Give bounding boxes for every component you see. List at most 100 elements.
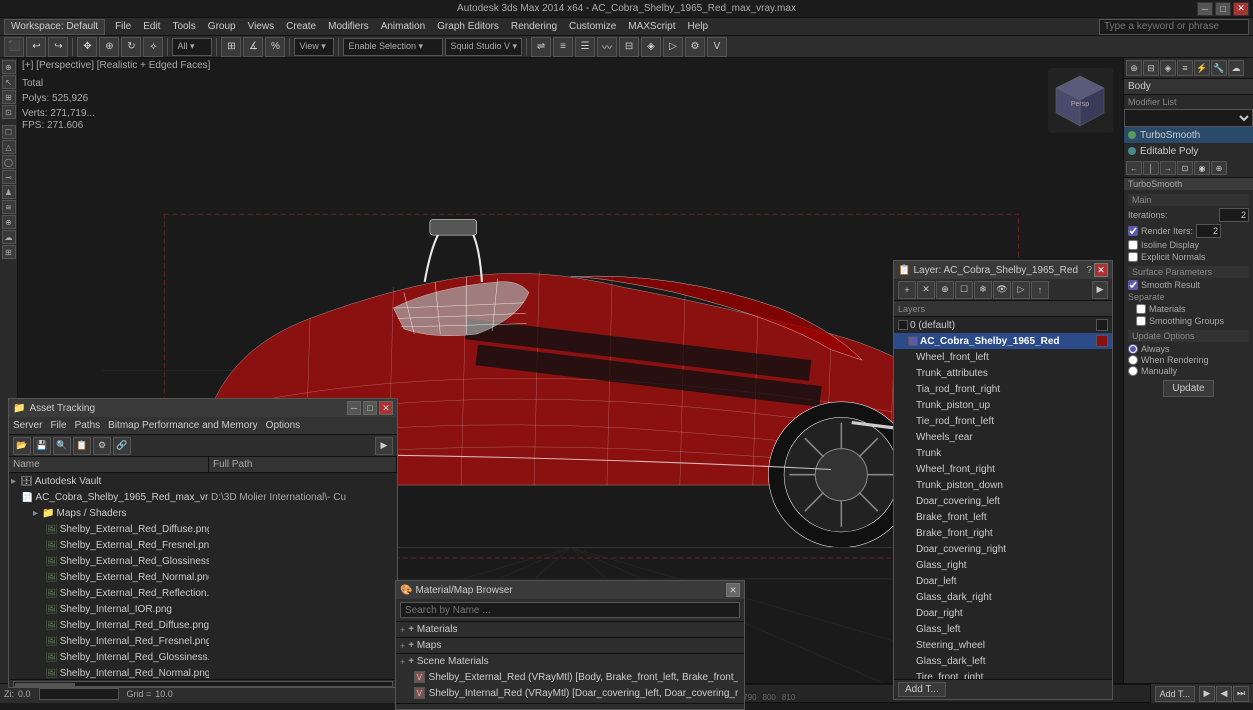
lw-row-glass-dark-r[interactable]: Glass_dark_right (894, 589, 1112, 605)
left-btn-2[interactable]: ↖ (2, 75, 16, 89)
mod-prop-icon-4[interactable]: ⊡ (1177, 161, 1193, 175)
lw-row-trunk-up[interactable]: Trunk_piston_up (894, 397, 1112, 413)
lw-add-t-button[interactable]: Add T... (898, 682, 946, 697)
lw-row-tire-fr[interactable]: Tire_front_right (894, 669, 1112, 679)
align-btn[interactable]: ≡ (553, 37, 573, 57)
add-time-button[interactable]: Add T... (1155, 686, 1195, 702)
lw-row-doar-cov-r[interactable]: Doar_covering_right (894, 541, 1112, 557)
at-row-img-6[interactable]: 🖼 Shelby_Internal_Red_Diffuse.png (9, 617, 397, 633)
left-btn-8[interactable]: ⊸ (2, 170, 16, 184)
render-btn[interactable]: ▷ (663, 37, 683, 57)
lw-row-default[interactable]: 0 (default) (894, 317, 1112, 333)
isoline-display-checkbox[interactable] (1128, 240, 1138, 250)
menu-group[interactable]: Group (208, 21, 236, 32)
left-btn-11[interactable]: ⊕ (2, 215, 16, 229)
search-input[interactable] (1099, 19, 1249, 35)
toolbar-icon-3[interactable]: ↪ (48, 37, 68, 57)
at-menu-server[interactable]: Server (13, 420, 42, 431)
at-row-maxfile[interactable]: 📄 AC_Cobra_Shelby_1965_Red_max_vray.max … (9, 489, 397, 505)
lw-btn-add[interactable]: ⊕ (936, 281, 954, 299)
lw-row-glass-l[interactable]: Glass_left (894, 621, 1112, 637)
lw-row-wheel-fl[interactable]: Wheel_front_left (894, 349, 1112, 365)
lw-row-doar-l[interactable]: Doar_left (894, 573, 1112, 589)
menu-tools[interactable]: Tools (172, 21, 195, 32)
nav-prev-btn[interactable]: ◀ (1216, 686, 1232, 702)
at-menu-file[interactable]: File (50, 420, 66, 431)
lw-close-btn[interactable]: ✕ (1094, 263, 1108, 277)
at-menu-bitmap[interactable]: Bitmap Performance and Memory (108, 420, 258, 431)
nav-next-btn[interactable]: ⏭ (1233, 686, 1249, 702)
smooth-result-checkbox[interactable] (1128, 280, 1138, 290)
mb-section-materials[interactable]: + + Materials (396, 622, 744, 638)
menu-maxscript[interactable]: MAXScript (628, 21, 675, 32)
rp-icon-6[interactable]: 🔧 (1211, 60, 1227, 76)
maximize-btn[interactable]: □ (1215, 2, 1231, 16)
at-row-maps-folder[interactable]: ▸ 📁 Maps / Shaders (9, 505, 397, 521)
mb-item-0[interactable]: V Shelby_External_Red (VRayMtl) [Body, B… (412, 669, 740, 685)
at-row-img-4[interactable]: 🖼 Shelby_External_Red_Reflection.png (9, 585, 397, 601)
minimize-btn[interactable]: ─ (1197, 2, 1213, 16)
lw-row-brake-fr[interactable]: Brake_front_right (894, 525, 1112, 541)
lw-row-glass-dark-l[interactable]: Glass_dark_left (894, 653, 1112, 669)
at-tool-2[interactable]: 💾 (33, 437, 51, 455)
at-row-img-0[interactable]: 🖼 Shelby_External_Red_Diffuse.png (9, 521, 397, 537)
at-menu-options[interactable]: Options (266, 420, 300, 431)
lw-row-wheel-fr[interactable]: Wheel_front_right (894, 461, 1112, 477)
rp-icon-3[interactable]: ◈ (1160, 60, 1176, 76)
lw-row-cobra[interactable]: AC_Cobra_Shelby_1965_Red (894, 333, 1112, 349)
lw-row-trunk[interactable]: Trunk (894, 445, 1112, 461)
menu-modifiers[interactable]: Modifiers (328, 21, 369, 32)
left-btn-12[interactable]: ☁ (2, 230, 16, 244)
mod-prop-icon-5[interactable]: ◉ (1194, 161, 1210, 175)
lw-row-glass-r[interactable]: Glass_right (894, 557, 1112, 573)
lw-btn-freeze[interactable]: ❄ (974, 281, 992, 299)
menu-rendering[interactable]: Rendering (511, 21, 557, 32)
modifier-turbosmooth[interactable]: TurboSmooth (1124, 127, 1253, 143)
mod-prop-icon-3[interactable]: → (1160, 161, 1176, 175)
at-row-img-1[interactable]: 🖼 Shelby_External_Red_Fresnel.png (9, 537, 397, 553)
at-menu-paths[interactable]: Paths (75, 420, 101, 431)
lw-row-wheels-rear[interactable]: Wheels_rear (894, 429, 1112, 445)
left-btn-6[interactable]: △ (2, 140, 16, 154)
at-scrollbar-thumb[interactable] (15, 683, 75, 687)
lw-row-trunk-attr[interactable]: Trunk_attributes (894, 365, 1112, 381)
at-row-img-8[interactable]: 🖼 Shelby_Internal_Red_Glossiness.png (9, 649, 397, 665)
named-selection[interactable]: Squid Studio V ▾ (445, 38, 522, 56)
lw-btn-delete[interactable]: ✕ (917, 281, 935, 299)
menu-create[interactable]: Create (286, 21, 316, 32)
at-tool-5[interactable]: ⚙ (93, 437, 111, 455)
lw-row-trunk-down[interactable]: Trunk_piston_down (894, 477, 1112, 493)
lw-row-steering[interactable]: Steering_wheel (894, 637, 1112, 653)
layer-mgr-btn[interactable]: ☰ (575, 37, 595, 57)
at-row-img-2[interactable]: 🖼 Shelby_External_Red_Glossiness.png (9, 553, 397, 569)
left-btn-10[interactable]: ≋ (2, 200, 16, 214)
mod-prop-icon-2[interactable]: │ (1143, 161, 1159, 175)
menu-help[interactable]: Help (688, 21, 709, 32)
at-maximize-btn[interactable]: □ (363, 401, 377, 415)
workspace-selector[interactable]: Workspace: Default (4, 19, 105, 35)
render-iters-checkbox[interactable] (1128, 226, 1138, 236)
left-btn-4[interactable]: ⊡ (2, 105, 16, 119)
at-row-img-9[interactable]: 🖼 Shelby_Internal_Red_Normal.png (9, 665, 397, 679)
always-radio[interactable] (1128, 344, 1138, 354)
modifier-list-dropdown[interactable] (1124, 109, 1253, 127)
lw-btn-select[interactable]: ☐ (955, 281, 973, 299)
rp-icon-1[interactable]: ⊕ (1126, 60, 1142, 76)
lw-btn-move[interactable]: ↑ (1031, 281, 1049, 299)
render-setup-btn[interactable]: ⚙ (685, 37, 705, 57)
at-tool-6[interactable]: 🔗 (113, 437, 131, 455)
menu-customize[interactable]: Customize (569, 21, 616, 32)
angle-btn[interactable]: ∡ (243, 37, 263, 57)
select-filter[interactable]: Enable Selection ▾ (343, 38, 443, 56)
when-rendering-radio[interactable] (1128, 355, 1138, 365)
rotate-btn[interactable]: ↻ (121, 37, 141, 57)
at-row-img-3[interactable]: 🖼 Shelby_External_Red_Normal.png (9, 569, 397, 585)
lw-btn-scroll[interactable]: ▶ (1092, 281, 1108, 299)
smoothing-groups-checkbox[interactable] (1136, 316, 1146, 326)
manually-radio[interactable] (1128, 366, 1138, 376)
lw-btn-hide[interactable]: 👁 (993, 281, 1011, 299)
lw-content-area[interactable]: 0 (default) AC_Cobra_Shelby_1965_Red Whe… (894, 317, 1112, 679)
at-tool-1[interactable]: 📂 (13, 437, 31, 455)
menu-graph-editors[interactable]: Graph Editors (437, 21, 499, 32)
at-minimize-btn[interactable]: ─ (347, 401, 361, 415)
